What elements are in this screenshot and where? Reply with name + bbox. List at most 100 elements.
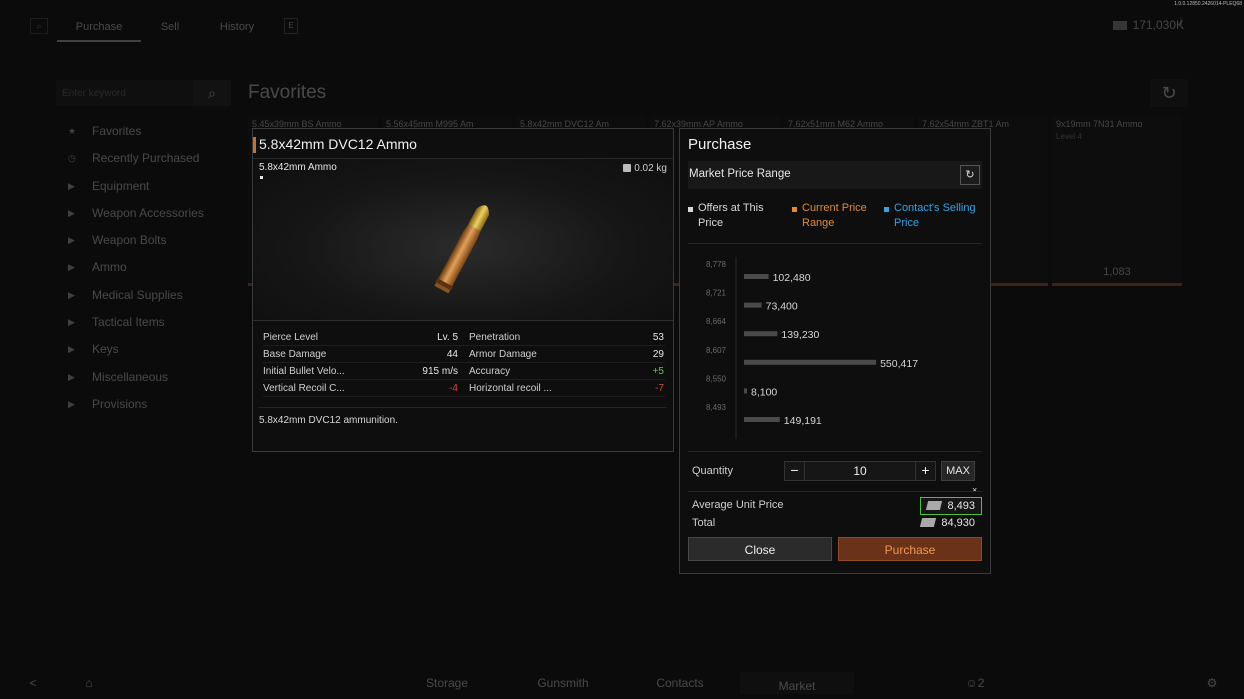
triangle-icon: ▶ [68,262,75,273]
sidebar-item-medical-supplies[interactable]: ▶ Medical Supplies [56,282,231,309]
purchase-button[interactable]: Purchase [838,537,982,561]
stat-row: Initial Bullet Velo... 915 m/s Accuracy +5 [263,363,665,380]
stat-label: Vertical Recoil C... [263,383,345,394]
price-tick-label: 8,493 [706,403,727,412]
total-label: Total [692,517,716,529]
price-tick-label: 8,778 [706,260,727,269]
nav-gunsmith[interactable]: Gunsmith [508,676,618,690]
offer-value-label: 550,417 [880,358,918,370]
divider [688,491,982,492]
refresh-price-icon[interactable]: ↻ [960,165,980,185]
total-row: Total 84,930 [688,515,982,531]
triangle-icon: ▶ [68,235,75,246]
card-level: Level 4 [1056,132,1082,141]
sidebar-item-label: Recently Purchased [92,151,200,166]
sidebar-item-weapon-bolts[interactable]: ▶ Weapon Bolts [56,227,231,254]
stat-value: Lv. 5 [437,332,458,343]
sidebar-item-keys[interactable]: ▶ Keys [56,336,231,363]
close-button[interactable]: Close [688,537,832,561]
increase-quantity-button[interactable]: + [915,462,935,480]
bottom-nav: < ⌂ Storage Gunsmith Contacts Market ☺2 … [0,670,1244,699]
item-stats: Pierce Level Lv. 5 Penetration 53 Base Damag… [263,329,665,397]
category-dot [260,176,263,179]
stat-label: Penetration [469,332,521,343]
friends-icon[interactable]: ☺2 [960,676,990,690]
offer-bar [744,302,762,308]
quantity-input[interactable]: 10 [805,464,915,478]
nav-contacts[interactable]: Contacts [625,676,735,690]
item-description: 5.8x42mm DVC12 ammunition. [259,415,398,426]
info-icon[interactable]: i [1174,17,1188,33]
offer-value-label: 73,400 [766,301,798,313]
home-icon[interactable]: ⌂ [74,676,104,690]
rarity-accent [253,137,256,153]
decrease-quantity-button[interactable]: − [785,462,805,480]
purchase-panel: Purchase Market Price Range ↻ Offers at … [679,128,991,574]
refresh-icon[interactable]: ↻ [1150,79,1188,107]
weight-icon [623,164,632,172]
stat-value: 44 [446,349,458,360]
average-price-text: 8,493 [947,500,975,512]
quantity-stepper: − 10 + [784,461,936,481]
legend-label: Current Price Range [802,202,867,229]
price-tick-label: 8,550 [706,374,727,383]
stat-label: Armor Damage [469,349,537,360]
top-bar: ⌕ Purchase Sell History E 171,030K i [0,0,1244,48]
price-chart-svg: 8,778 102,480 8,721 73,400 8,664 139,230 8,607… [706,257,918,439]
tab-sell[interactable]: Sell [150,18,190,42]
search-icon[interactable]: ⌕ [30,18,48,34]
triangle-icon: ▶ [68,344,75,355]
price-tick-label: 8,721 [706,289,727,298]
settings-icon[interactable]: ⚙ [1200,676,1224,690]
category-sidebar: Enter keyword ⌕ ★ Favorites ◷ Recently Purc… [56,80,231,418]
back-icon[interactable]: < [18,676,48,690]
offer-bar [744,331,778,337]
sidebar-item-recently-purchased[interactable]: ◷ Recently Purchased [56,145,231,172]
sidebar-item-provisions[interactable]: ▶ Provisions [56,391,231,418]
item-category: 5.8x42mm Ammo [259,162,337,173]
sidebar-item-label: Weapon Bolts [92,233,167,248]
stat-label: Pierce Level [263,332,319,343]
card-price: 1,083 [1103,266,1131,278]
keyword-search[interactable]: Enter keyword ⌕ [56,80,231,106]
offer-bar [744,388,747,394]
legend-swatch [884,207,889,212]
offer-bar [744,359,877,365]
stat-value: 29 [652,349,664,360]
clock-icon: ◷ [68,153,76,164]
sidebar-item-tactical-items[interactable]: ▶ Tactical Items [56,309,231,336]
total-text: 84,930 [941,517,975,529]
ammo-cartridge-icon [434,205,489,294]
divider [688,451,982,452]
triangle-icon: ▶ [68,289,75,300]
tab-history[interactable]: History [210,18,264,42]
stat-row: Vertical Recoil C... -4 Horizontal recoil … [263,380,665,397]
item-preview: 5.8x42mm Ammo 0.02 kg [253,159,673,321]
favorite-card[interactable]: 9x19mm 7N31 Ammo Level 4 1,083 [1052,116,1182,286]
triangle-icon: ▶ [68,180,75,191]
sidebar-item-ammo[interactable]: ▶ Ammo [56,254,231,281]
legend-swatch [688,207,693,212]
money-icon [920,518,937,527]
nav-storage[interactable]: Storage [392,676,502,690]
triangle-icon: ▶ [68,371,75,382]
star-icon: ★ [68,126,77,136]
sidebar-item-equipment[interactable]: ▶ Equipment [56,173,231,200]
close-icon[interactable]: × [972,485,977,495]
stat-row: Base Damage 44 Armor Damage 29 [263,346,665,363]
sidebar-item-label: Ammo [92,260,127,275]
sidebar-item-favorites[interactable]: ★ Favorites [56,118,231,145]
filter-icon[interactable]: E [284,18,298,34]
card-accent-bar [1052,283,1182,286]
sidebar-item-weapon-accessories[interactable]: ▶ Weapon Accessories [56,200,231,227]
max-quantity-button[interactable]: MAX [941,461,975,481]
tab-purchase[interactable]: Purchase [57,18,141,42]
divider [688,243,982,244]
purchase-title: Purchase [688,136,752,153]
legend-swatch [792,207,797,212]
search-button-icon[interactable]: ⌕ [193,80,231,106]
sidebar-item-miscellaneous[interactable]: ▶ Miscellaneous [56,364,231,391]
nav-market[interactable]: Market [740,672,854,694]
quantity-label: Quantity [692,465,733,477]
sidebar-item-label: Miscellaneous [92,369,169,384]
